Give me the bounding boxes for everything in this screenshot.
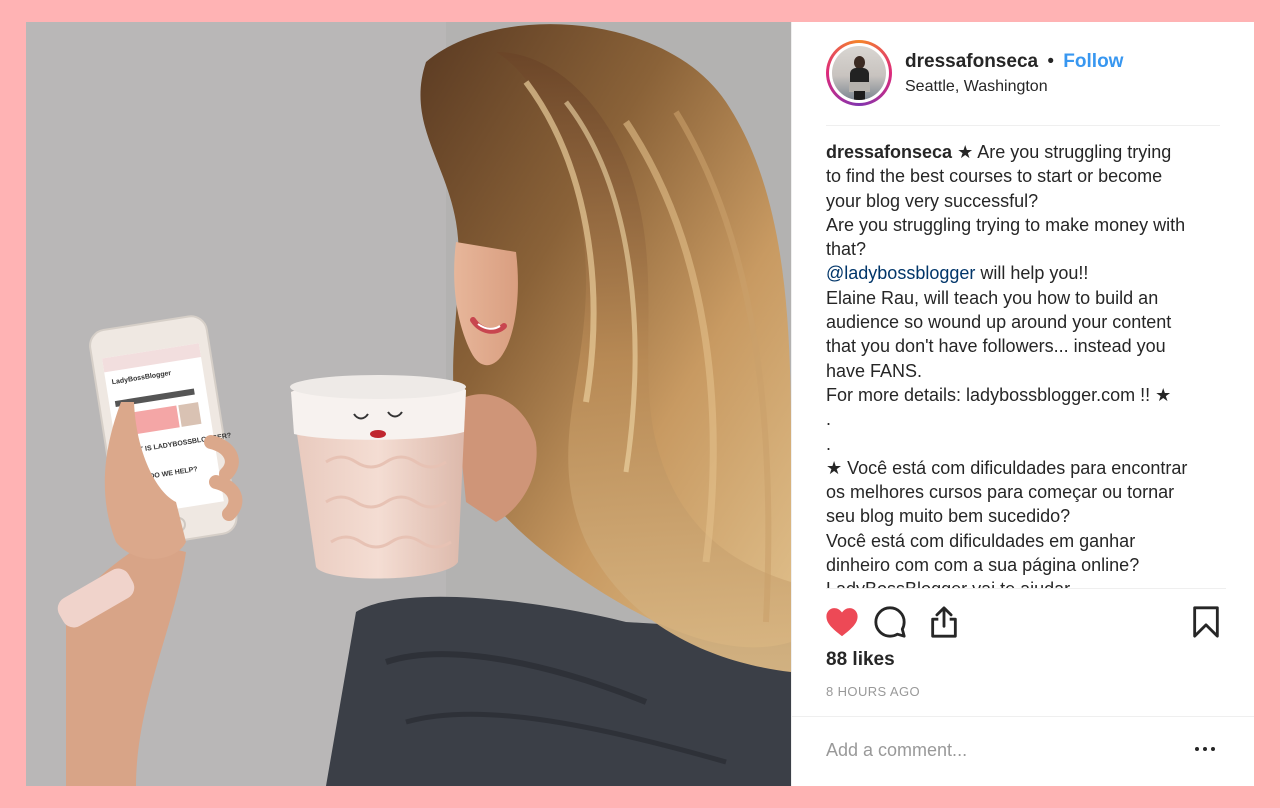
instagram-post-card: LadyBossBlogger WHAT IS LADYBOSSBLOGGER?… bbox=[26, 22, 1254, 786]
caption-line: to find the best courses to start or bec… bbox=[826, 166, 1163, 187]
more-options-icon bbox=[1195, 747, 1199, 751]
caption-line: seu blog muito bem sucedido? bbox=[826, 506, 1071, 527]
story-ring[interactable] bbox=[826, 40, 892, 106]
caption-line: Are you struggling trying to make money … bbox=[826, 214, 1186, 235]
post-header: dressafonseca • Follow Seattle, Washingt… bbox=[826, 40, 1220, 126]
comment-button[interactable] bbox=[870, 600, 910, 644]
post-side-panel: dressafonseca • Follow Seattle, Washingt… bbox=[791, 22, 1254, 786]
caption-line: ★ Você está com dificuldades para encont… bbox=[826, 457, 1188, 478]
caption-line: your blog very successful? bbox=[826, 190, 1039, 211]
comment-input[interactable] bbox=[826, 735, 1166, 765]
caption-line: @ladybossblogger will help you!! bbox=[826, 263, 1089, 284]
post-photo-illustration: LadyBossBlogger WHAT IS LADYBOSSBLOGGER?… bbox=[26, 22, 791, 786]
caption-line: that you don't have followers... instead… bbox=[826, 336, 1166, 357]
comment-bar bbox=[792, 716, 1254, 787]
username-row: dressafonseca • Follow bbox=[905, 50, 1123, 74]
avatar[interactable] bbox=[829, 43, 889, 103]
caption-line: . bbox=[826, 433, 832, 454]
caption-line: os melhores cursos para começar ou torna… bbox=[826, 482, 1175, 503]
post-timestamp[interactable]: 8 HOURS AGO bbox=[826, 684, 920, 699]
caption-line: For more details: ladybossblogger.com !!… bbox=[826, 384, 1172, 405]
like-button[interactable] bbox=[822, 600, 862, 644]
caption-line: LadyBossBlogger vai te ajudar bbox=[826, 577, 1226, 588]
caption-line: Elaine Rau, will teach you how to build … bbox=[826, 287, 1159, 308]
post-location[interactable]: Seattle, Washington bbox=[905, 78, 1048, 96]
caption-line: have FANS. bbox=[826, 360, 923, 381]
post-photo[interactable]: LadyBossBlogger WHAT IS LADYBOSSBLOGGER?… bbox=[26, 22, 791, 786]
share-button[interactable] bbox=[924, 600, 964, 644]
bookmark-icon bbox=[1193, 606, 1219, 638]
comment-bubble-icon bbox=[874, 606, 906, 638]
more-options-button[interactable] bbox=[1190, 739, 1220, 759]
caption-username[interactable]: dressafonseca bbox=[826, 142, 952, 162]
separator-dot: • bbox=[1047, 51, 1055, 72]
caption-line: that? bbox=[826, 239, 867, 260]
caption-line: dressafonseca ★ Are you struggling tryin… bbox=[826, 142, 1172, 162]
caption-line: dinheiro com com a sua página online? bbox=[826, 555, 1140, 576]
caption-line: Você está com dificuldades em ganhar bbox=[826, 530, 1136, 551]
follow-button[interactable]: Follow bbox=[1063, 51, 1123, 72]
share-upload-icon bbox=[931, 606, 957, 638]
caption-line: . bbox=[826, 409, 832, 430]
likes-count[interactable]: 88 likes bbox=[826, 649, 895, 671]
avatar-photo bbox=[832, 46, 886, 100]
post-actions bbox=[822, 600, 1226, 644]
heart-icon bbox=[826, 608, 858, 637]
save-button[interactable] bbox=[1186, 600, 1226, 644]
caption-line: audience so wound up around your content bbox=[826, 312, 1172, 333]
mention-link[interactable]: @ladybossblogger bbox=[826, 263, 975, 283]
post-username[interactable]: dressafonseca bbox=[905, 51, 1038, 72]
post-caption: dressafonseca ★ Are you struggling tryin… bbox=[826, 140, 1226, 589]
